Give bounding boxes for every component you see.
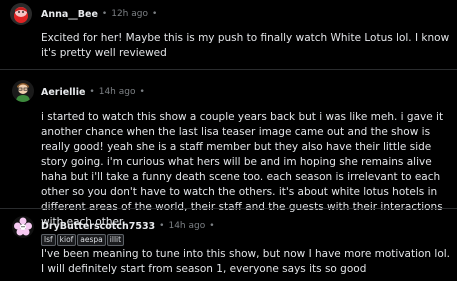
comment-header: Aeriellie • 14h ago • [41, 82, 149, 102]
divider [0, 208, 457, 209]
separator: • [152, 9, 158, 19]
comment-body: I've been meaning to tune into this show… [41, 248, 451, 275]
separator: • [209, 221, 215, 231]
pink-flower-character-avatar-icon [12, 216, 34, 238]
flair: kiof [56, 234, 77, 246]
separator: • [159, 221, 165, 231]
username[interactable]: DryButterscotch7533 [41, 221, 155, 232]
comment-header: Anna__Bee • 12h ago • [41, 4, 161, 24]
separator: • [139, 87, 145, 97]
separator: • [89, 87, 95, 97]
divider [0, 69, 457, 70]
comment: DryButterscotch7533 • 14h ago • lsf kiof… [0, 212, 457, 281]
user-flairs: lsf kiof aespa illit [41, 234, 125, 246]
timestamp[interactable]: 14h ago [168, 221, 205, 231]
pink-character-avatar-icon [10, 3, 32, 25]
username[interactable]: Aeriellie [41, 87, 85, 98]
avatar[interactable] [12, 216, 34, 238]
flair: lsf [41, 234, 56, 246]
avatar[interactable] [12, 80, 34, 102]
timestamp[interactable]: 14h ago [99, 87, 136, 97]
flair: aespa [77, 234, 106, 246]
timestamp[interactable]: 12h ago [111, 9, 148, 19]
green-shirt-character-avatar-icon [12, 80, 34, 102]
flair: illit [106, 234, 125, 246]
comment: Anna__Bee • 12h ago • Excited for her! M… [0, 0, 457, 66]
avatar[interactable] [10, 3, 32, 25]
separator: • [101, 9, 108, 19]
comment-body: Excited for her! Maybe this is my push t… [41, 32, 450, 59]
comment-header: DryButterscotch7533 • 14h ago • [41, 216, 219, 236]
comment-thread: Anna__Bee • 12h ago • Excited for her! M… [0, 0, 457, 281]
username[interactable]: Anna__Bee [41, 9, 98, 20]
comment: Aeriellie • 14h ago • i started to watch… [0, 72, 457, 228]
